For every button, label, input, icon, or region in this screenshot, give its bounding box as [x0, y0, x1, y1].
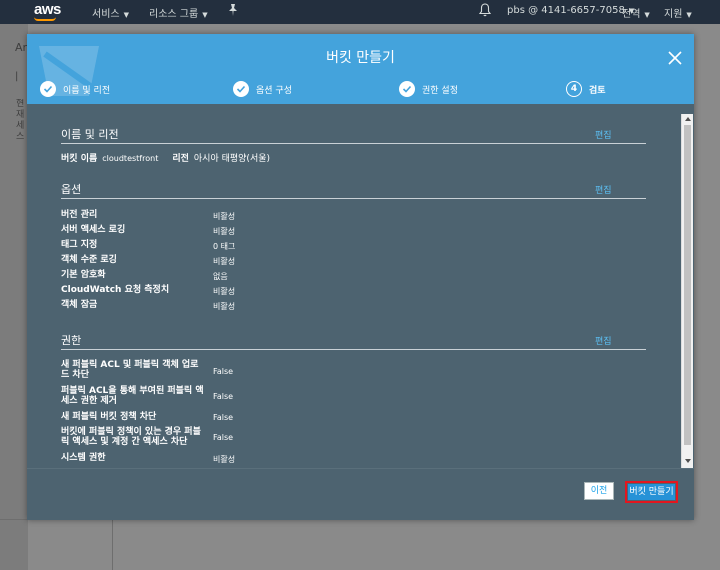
permission-value: False	[213, 367, 234, 376]
step-label: 검토	[589, 85, 606, 96]
edit-link-name-region[interactable]: 편집	[595, 128, 612, 141]
region-label: 리전	[172, 154, 189, 164]
step-configure-options[interactable]: 옵션 구성	[233, 80, 292, 98]
chevron-down-icon: ▼	[686, 11, 692, 19]
permission-label-line2: 릭 액세스 및 계정 간 액세스 차단	[61, 437, 188, 447]
step-label: 이름 및 리전	[63, 85, 111, 96]
previous-button[interactable]: 이전	[584, 482, 614, 500]
services-menu[interactable]: 서비스 ▼	[92, 5, 129, 20]
check-circle-icon	[40, 81, 56, 97]
modal-title: 버킷 만들기	[326, 50, 395, 66]
option-value: 비활성	[213, 302, 236, 311]
modal-header: 버킷 만들기 이름 및 리전 옵션 구성 권한 설정 4 검토	[27, 34, 694, 104]
option-label: 객체 수준 로깅	[61, 255, 117, 265]
step-review[interactable]: 4 검토	[566, 80, 606, 98]
option-label: CloudWatch 요청 측정치	[61, 285, 170, 295]
footer-divider	[27, 468, 694, 469]
step-name-region[interactable]: 이름 및 리전	[40, 80, 110, 98]
pin-icon[interactable]	[228, 4, 238, 19]
close-icon[interactable]	[667, 50, 683, 66]
permission-value: 비활성	[213, 455, 236, 464]
services-label: 서비스	[92, 9, 120, 20]
step-number-badge: 4	[566, 81, 582, 97]
check-circle-icon	[399, 81, 415, 97]
edit-link-permissions[interactable]: 편집	[595, 334, 612, 347]
section-title-permissions: 권한	[61, 334, 82, 347]
permission-label: 새 퍼블릭 ACL 및 퍼블릭 객체 업로 드 차단	[61, 360, 198, 380]
section-divider	[61, 143, 646, 144]
option-value: 비활성	[213, 257, 236, 266]
section-divider	[61, 349, 646, 350]
permission-value: False	[213, 392, 234, 401]
option-value: 비활성	[213, 212, 236, 221]
permission-label-line1: 버킷에 퍼블릭 정책이 있는 경우 퍼블	[61, 427, 201, 437]
edit-link-options[interactable]: 편집	[595, 183, 612, 196]
check-circle-icon	[233, 81, 249, 97]
resource-groups-label: 리소스 그룹	[149, 9, 199, 20]
create-bucket-highlight: 버킷 만들기	[625, 481, 678, 503]
region-label: 전역	[622, 9, 641, 20]
option-label: 객체 잠금	[61, 300, 98, 310]
section-title-name-region: 이름 및 리전	[61, 128, 119, 141]
permission-label: 새 퍼블릭 버킷 정책 차단	[61, 412, 156, 422]
option-value: 비활성	[213, 287, 236, 296]
permission-label-line1: 퍼블릭 ACL을 통해 부여된 퍼블릭 액	[61, 386, 204, 396]
permission-label-line2: 세스 권한 제거	[61, 396, 117, 406]
permission-label-line1: 새 퍼블릭 ACL 및 퍼블릭 객체 업로	[61, 360, 199, 370]
chevron-down-icon: ▼	[123, 11, 129, 19]
option-value: 비활성	[213, 227, 236, 236]
step-set-permissions[interactable]: 권한 설정	[399, 80, 458, 98]
scroll-down-icon[interactable]	[685, 459, 691, 463]
permission-label: 버킷에 퍼블릭 정책이 있는 경우 퍼블 릭 액세스 및 계정 간 액세스 차단	[61, 427, 201, 447]
aws-logo[interactable]: aws	[34, 1, 61, 18]
region-menu[interactable]: 전역 ▼	[622, 5, 650, 20]
permission-label-line2: 드 차단	[61, 370, 89, 380]
region-value: 아시아 태평양(서울)	[193, 154, 271, 164]
permission-label: 퍼블릭 ACL을 통해 부여된 퍼블릭 액 세스 권한 제거	[61, 386, 204, 406]
scroll-up-icon[interactable]	[685, 117, 691, 121]
background-hline	[0, 519, 28, 520]
background-tab-fragment: |	[15, 71, 19, 82]
section-title-options: 옵션	[61, 183, 82, 196]
account-menu[interactable]: pbs @ 4141-6657-7058 ▼	[507, 5, 634, 16]
resource-groups-menu[interactable]: 리소스 그룹 ▼	[149, 5, 208, 20]
permission-value: False	[213, 413, 234, 422]
bucket-summary: 버킷 이름 cloudtestfront 리전 아시아 태평양(서울)	[61, 151, 270, 164]
step-label: 권한 설정	[422, 85, 458, 96]
background-divider	[112, 519, 113, 570]
option-label: 서버 액세스 로깅	[61, 225, 126, 235]
top-nav-bar: aws 서비스 ▼ 리소스 그룹 ▼ pbs @ 4141-6657-7058 ▼ 전…	[0, 0, 720, 24]
chevron-down-icon: ▼	[202, 11, 208, 19]
scrollbar-thumb[interactable]	[684, 125, 691, 445]
section-divider	[61, 198, 646, 199]
account-label: pbs @ 4141-6657-7058	[507, 5, 625, 16]
support-menu[interactable]: 지원 ▼	[664, 5, 692, 20]
option-label: 태그 지정	[61, 240, 98, 250]
create-bucket-button[interactable]: 버킷 만들기	[628, 484, 675, 500]
bucket-name-label: 버킷 이름	[61, 154, 98, 164]
permission-label-line1: 새 퍼블릭 버킷 정책 차단	[61, 412, 157, 422]
bucket-name-value: cloudtestfront	[102, 154, 159, 163]
option-label: 버전 관리	[61, 210, 98, 220]
permission-label-line1: 시스템 권한	[61, 453, 106, 463]
step-label: 옵션 구성	[256, 85, 292, 96]
create-bucket-modal: 버킷 만들기 이름 및 리전 옵션 구성 권한 설정 4 검토 이름 및 리전 …	[27, 34, 694, 520]
content-scrollbar[interactable]	[681, 114, 693, 468]
support-label: 지원	[664, 9, 683, 20]
chevron-down-icon: ▼	[644, 11, 650, 19]
permission-value: False	[213, 433, 234, 442]
option-value: 0 태그	[213, 242, 236, 251]
permission-label: 시스템 권한	[61, 453, 106, 463]
bell-icon[interactable]	[478, 3, 492, 17]
option-label: 기본 암호화	[61, 270, 106, 280]
aws-logo-smile	[34, 17, 56, 21]
option-value: 없음	[213, 272, 228, 281]
